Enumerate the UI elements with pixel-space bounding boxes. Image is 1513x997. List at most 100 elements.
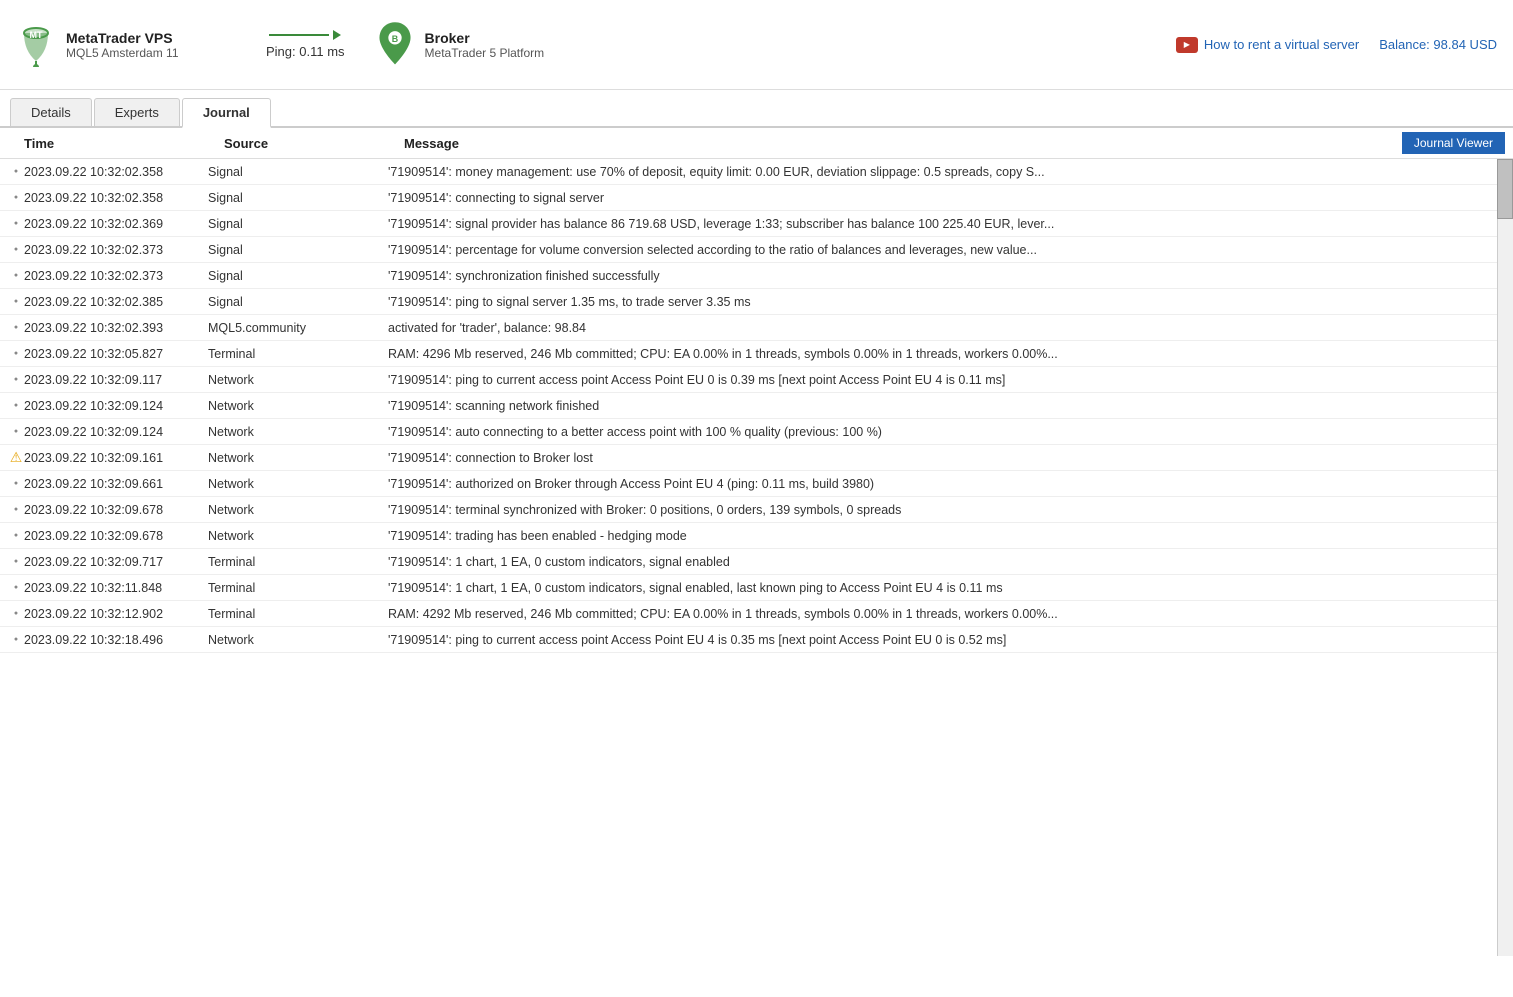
- row-indicator: ●: [8, 298, 24, 305]
- row-indicator: ●: [8, 610, 24, 617]
- tab-experts[interactable]: Experts: [94, 98, 180, 126]
- dot-icon: ●: [14, 428, 18, 435]
- row-time: 2023.09.22 10:32:05.827: [24, 347, 208, 361]
- row-source: Network: [208, 529, 388, 543]
- table-header: Time Source Message Journal Viewer: [0, 128, 1513, 159]
- table-row: ● 2023.09.22 10:32:12.902 Terminal RAM: …: [0, 601, 1513, 627]
- table-row: ⚠ 2023.09.22 10:32:09.161 Network '71909…: [0, 445, 1513, 471]
- row-message: '71909514': scanning network finished: [388, 399, 1505, 413]
- row-message: RAM: 4296 Mb reserved, 246 Mb committed;…: [388, 347, 1505, 361]
- row-indicator: ●: [8, 220, 24, 227]
- row-source: Signal: [208, 191, 388, 205]
- row-source: Network: [208, 477, 388, 491]
- row-time: 2023.09.22 10:32:09.678: [24, 529, 208, 543]
- row-source: Network: [208, 399, 388, 413]
- table-container: ● 2023.09.22 10:32:02.358 Signal '719095…: [0, 159, 1513, 956]
- dot-icon: ●: [14, 246, 18, 253]
- row-indicator: ●: [8, 558, 24, 565]
- row-indicator: ●: [8, 246, 24, 253]
- svg-text:B: B: [391, 34, 397, 44]
- row-message: '71909514': synchronization finished suc…: [388, 269, 1505, 283]
- row-indicator: ●: [8, 506, 24, 513]
- dot-icon: ●: [14, 194, 18, 201]
- rent-server-link[interactable]: How to rent a virtual server: [1176, 37, 1359, 53]
- row-indicator: ●: [8, 428, 24, 435]
- server-sub: MQL5 Amsterdam 11: [66, 46, 179, 60]
- row-message: RAM: 4292 Mb reserved, 246 Mb committed;…: [388, 607, 1505, 621]
- row-indicator: ⚠: [8, 449, 24, 466]
- dot-icon: ●: [14, 272, 18, 279]
- row-source: Network: [208, 373, 388, 387]
- row-indicator: ●: [8, 168, 24, 175]
- row-time: 2023.09.22 10:32:09.117: [24, 373, 208, 387]
- row-source: Network: [208, 633, 388, 647]
- row-time: 2023.09.22 10:32:09.161: [24, 451, 208, 465]
- row-message: '71909514': ping to signal server 1.35 m…: [388, 295, 1505, 309]
- table-row: ● 2023.09.22 10:32:02.393 MQL5.community…: [0, 315, 1513, 341]
- broker-name: Broker: [425, 30, 545, 46]
- row-indicator: ●: [8, 350, 24, 357]
- row-time: 2023.09.22 10:32:18.496: [24, 633, 208, 647]
- row-time: 2023.09.22 10:32:09.661: [24, 477, 208, 491]
- tab-details[interactable]: Details: [10, 98, 92, 126]
- row-message: '71909514': money management: use 70% of…: [388, 165, 1505, 179]
- row-time: 2023.09.22 10:32:02.358: [24, 191, 208, 205]
- row-indicator: ●: [8, 636, 24, 643]
- dot-icon: ●: [14, 584, 18, 591]
- dot-icon: ●: [14, 220, 18, 227]
- dot-icon: ●: [14, 610, 18, 617]
- scrollbar-track[interactable]: [1497, 159, 1513, 956]
- table-row: ● 2023.09.22 10:32:09.661 Network '71909…: [0, 471, 1513, 497]
- row-time: 2023.09.22 10:32:02.369: [24, 217, 208, 231]
- row-indicator: ●: [8, 194, 24, 201]
- row-time: 2023.09.22 10:32:02.373: [24, 269, 208, 283]
- warning-icon: ⚠: [10, 449, 23, 466]
- row-time: 2023.09.22 10:32:02.358: [24, 165, 208, 179]
- row-message: '71909514': 1 chart, 1 EA, 0 custom indi…: [388, 581, 1505, 595]
- balance-display: Balance: 98.84 USD: [1379, 37, 1497, 52]
- dot-icon: ●: [14, 506, 18, 513]
- row-message: '71909514': 1 chart, 1 EA, 0 custom indi…: [388, 555, 1505, 569]
- header-actions: How to rent a virtual server Balance: 98…: [1176, 37, 1497, 53]
- header: MT MetaTrader VPS MQL5 Amsterdam 11 Ping…: [0, 0, 1513, 90]
- table-row: ● 2023.09.22 10:32:09.124 Network '71909…: [0, 393, 1513, 419]
- server-info-section: MT MetaTrader VPS MQL5 Amsterdam 11: [16, 21, 236, 69]
- row-source: Terminal: [208, 555, 388, 569]
- row-time: 2023.09.22 10:32:11.848: [24, 581, 208, 595]
- table-row: ● 2023.09.22 10:32:02.373 Signal '719095…: [0, 263, 1513, 289]
- dot-icon: ●: [14, 480, 18, 487]
- broker-icon: B: [375, 21, 415, 69]
- row-indicator: ●: [8, 480, 24, 487]
- row-source: Terminal: [208, 607, 388, 621]
- rent-link-text[interactable]: How to rent a virtual server: [1204, 37, 1359, 52]
- row-message: '71909514': trading has been enabled - h…: [388, 529, 1505, 543]
- server-icon: MT: [16, 21, 56, 69]
- broker-info: Broker MetaTrader 5 Platform: [425, 30, 545, 60]
- row-source: Terminal: [208, 581, 388, 595]
- row-message: '71909514': connecting to signal server: [388, 191, 1505, 205]
- dot-icon: ●: [14, 324, 18, 331]
- col-header-source: Source: [224, 136, 404, 151]
- journal-viewer-button[interactable]: Journal Viewer: [1402, 132, 1505, 154]
- ping-value: Ping: 0.11 ms: [266, 44, 345, 59]
- row-message: '71909514': authorized on Broker through…: [388, 477, 1505, 491]
- row-source: Signal: [208, 217, 388, 231]
- scrollbar-thumb[interactable]: [1497, 159, 1513, 219]
- table-row: ● 2023.09.22 10:32:02.358 Signal '719095…: [0, 185, 1513, 211]
- row-source: Terminal: [208, 347, 388, 361]
- row-indicator: ●: [8, 584, 24, 591]
- table-row: ● 2023.09.22 10:32:09.124 Network '71909…: [0, 419, 1513, 445]
- dot-icon: ●: [14, 376, 18, 383]
- video-icon: [1176, 37, 1198, 53]
- table-row: ● 2023.09.22 10:32:09.678 Network '71909…: [0, 497, 1513, 523]
- table-row: ● 2023.09.22 10:32:02.369 Signal '719095…: [0, 211, 1513, 237]
- tab-journal[interactable]: Journal: [182, 98, 271, 128]
- broker-platform: MetaTrader 5 Platform: [425, 46, 545, 60]
- row-indicator: ●: [8, 532, 24, 539]
- table-row: ● 2023.09.22 10:32:09.678 Network '71909…: [0, 523, 1513, 549]
- row-message: '71909514': terminal synchronized with B…: [388, 503, 1505, 517]
- row-message: '71909514': connection to Broker lost: [388, 451, 1505, 465]
- row-message: '71909514': auto connecting to a better …: [388, 425, 1505, 439]
- row-source: Network: [208, 503, 388, 517]
- col-header-time: Time: [24, 136, 224, 151]
